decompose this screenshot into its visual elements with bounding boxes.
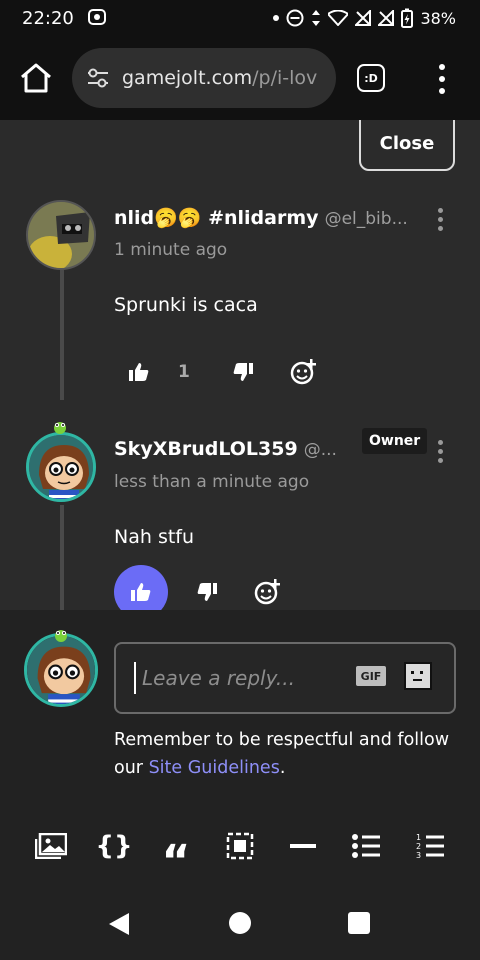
comment-author-row: SkyXBrudLOL359 @...: [114, 438, 350, 460]
dot-icon: [273, 15, 280, 21]
back-icon[interactable]: [108, 912, 130, 936]
bullet-list-icon[interactable]: [348, 828, 384, 864]
status-icons: 38%: [273, 8, 456, 28]
comment-actions: 1: [128, 358, 318, 386]
no-signal-icon: [378, 10, 395, 26]
comment-timestamp[interactable]: less than a minute ago: [114, 472, 309, 492]
frog-badge-icon: [54, 422, 66, 434]
avatar-image: [29, 435, 93, 499]
image-icon[interactable]: [33, 828, 69, 864]
thread-line: [60, 505, 64, 610]
home-nav-icon[interactable]: [229, 912, 251, 934]
quote-icon[interactable]: “: [158, 828, 194, 884]
author-handle[interactable]: @...: [304, 440, 337, 460]
thread-line: [60, 270, 64, 400]
avatar-image: [27, 636, 95, 704]
reply-input[interactable]: Leave a reply... GIF: [114, 642, 456, 714]
reply-placeholder: Leave a reply...: [142, 666, 295, 690]
close-button[interactable]: Close: [359, 120, 455, 171]
comment-menu-icon[interactable]: [436, 208, 444, 234]
add-reaction-icon[interactable]: [290, 358, 318, 386]
site-guidelines-link[interactable]: Site Guidelines: [149, 758, 280, 778]
horizontal-rule-icon[interactable]: [285, 828, 321, 864]
comment-timestamp[interactable]: 1 minute ago: [114, 240, 227, 260]
gif-button[interactable]: GIF: [356, 666, 386, 686]
overflow-menu-icon[interactable]: [434, 62, 450, 96]
status-time: 22:20: [22, 8, 74, 29]
dislike-icon[interactable]: [196, 582, 218, 602]
browser-toolbar: gamejolt.com/p/i-lov :D: [0, 38, 480, 120]
home-icon[interactable]: [18, 62, 54, 94]
status-bar: 22:20 38%: [0, 0, 480, 38]
battery-icon: [401, 8, 414, 28]
sticker-icon[interactable]: [404, 662, 432, 690]
comment-menu-icon[interactable]: [436, 440, 444, 466]
avatar[interactable]: [26, 200, 96, 270]
wifi-icon: [328, 10, 349, 26]
text-caret: [134, 662, 136, 694]
battery-percent: 38%: [420, 8, 456, 28]
reply-composer: Leave a reply... GIF Remember to be resp…: [0, 610, 480, 888]
owner-badge: Owner: [362, 428, 428, 454]
comment-body: Sprunki is caca: [114, 294, 258, 316]
guidelines-text: Remember to be respectful and follow our…: [114, 726, 464, 782]
numbered-list-icon[interactable]: 123: [412, 828, 448, 864]
comment-author-row: nlid🥱🥱 #nlidarmy @el_bib...: [114, 206, 432, 229]
like-icon[interactable]: [130, 582, 152, 602]
tab-switcher-icon[interactable]: :D: [357, 64, 385, 92]
svg-text:3: 3: [416, 851, 421, 860]
frog-badge-icon: [55, 630, 67, 642]
site-settings-icon[interactable]: [86, 68, 110, 88]
no-signal-icon: [355, 10, 372, 26]
dnd-icon: [286, 9, 304, 27]
url-path: /p/i-lov: [252, 67, 318, 89]
guidelines-suffix: .: [279, 758, 286, 778]
like-count: 1: [178, 362, 190, 382]
dislike-icon[interactable]: [232, 362, 254, 382]
author-name[interactable]: nlid🥱🥱 #nlidarmy: [114, 207, 319, 229]
code-block-icon[interactable]: {}: [95, 828, 132, 864]
system-nav-bar: [0, 888, 480, 960]
author-name[interactable]: SkyXBrudLOL359: [114, 438, 298, 460]
author-handle[interactable]: @el_bib...: [325, 209, 408, 229]
url-text[interactable]: gamejolt.com/p/i-lov: [122, 67, 317, 89]
avatar[interactable]: [26, 432, 96, 502]
embed-icon[interactable]: [222, 828, 258, 864]
comment-thread: Close nlid🥱🥱 #nlidarmy @el_bib... 1 minu…: [0, 120, 480, 610]
svg-text:2: 2: [416, 842, 421, 851]
comment-body: Nah stfu: [114, 526, 195, 548]
url-host: gamejolt.com: [122, 67, 253, 89]
format-toolbar: {} “ 123: [0, 828, 480, 884]
avatar-image: [28, 202, 94, 268]
comment-actions: [114, 565, 282, 610]
my-avatar: [24, 633, 98, 707]
like-button[interactable]: [114, 565, 168, 610]
recents-icon[interactable]: [348, 912, 370, 934]
svg-text:1: 1: [416, 833, 421, 842]
like-icon[interactable]: [128, 362, 150, 382]
cast-icon: [88, 9, 106, 25]
add-reaction-icon[interactable]: [254, 578, 282, 606]
data-arrows-icon: [312, 10, 321, 26]
address-bar[interactable]: gamejolt.com/p/i-lov: [72, 48, 336, 108]
